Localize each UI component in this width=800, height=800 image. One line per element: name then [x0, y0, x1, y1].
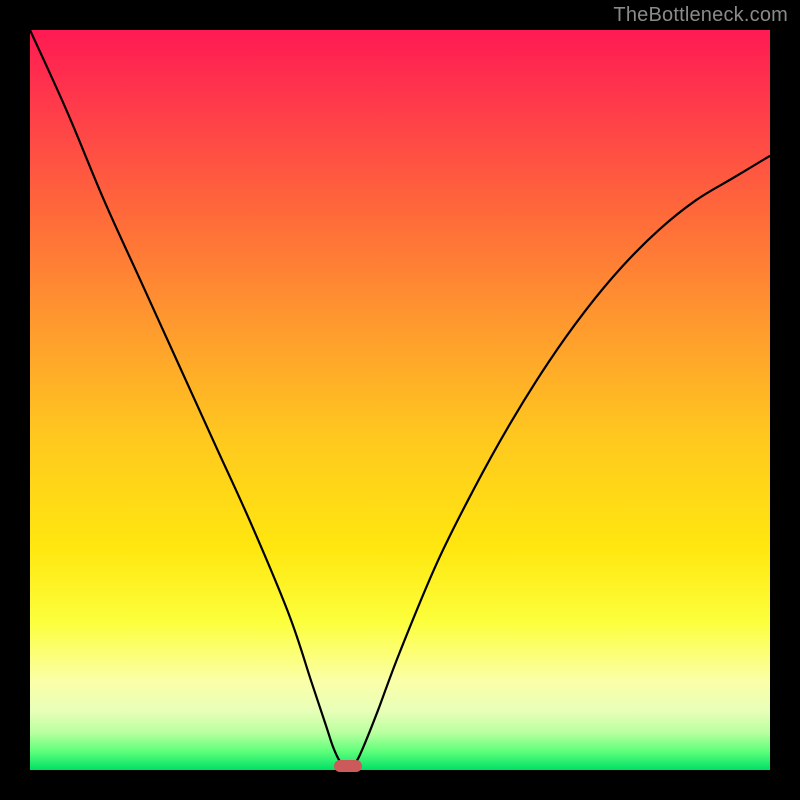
optimal-marker	[334, 760, 362, 772]
bottleneck-curve	[30, 30, 770, 770]
watermark-text: TheBottleneck.com	[613, 4, 788, 27]
chart-frame: TheBottleneck.com	[0, 0, 800, 800]
curve-path	[30, 30, 770, 766]
plot-area	[30, 30, 770, 770]
